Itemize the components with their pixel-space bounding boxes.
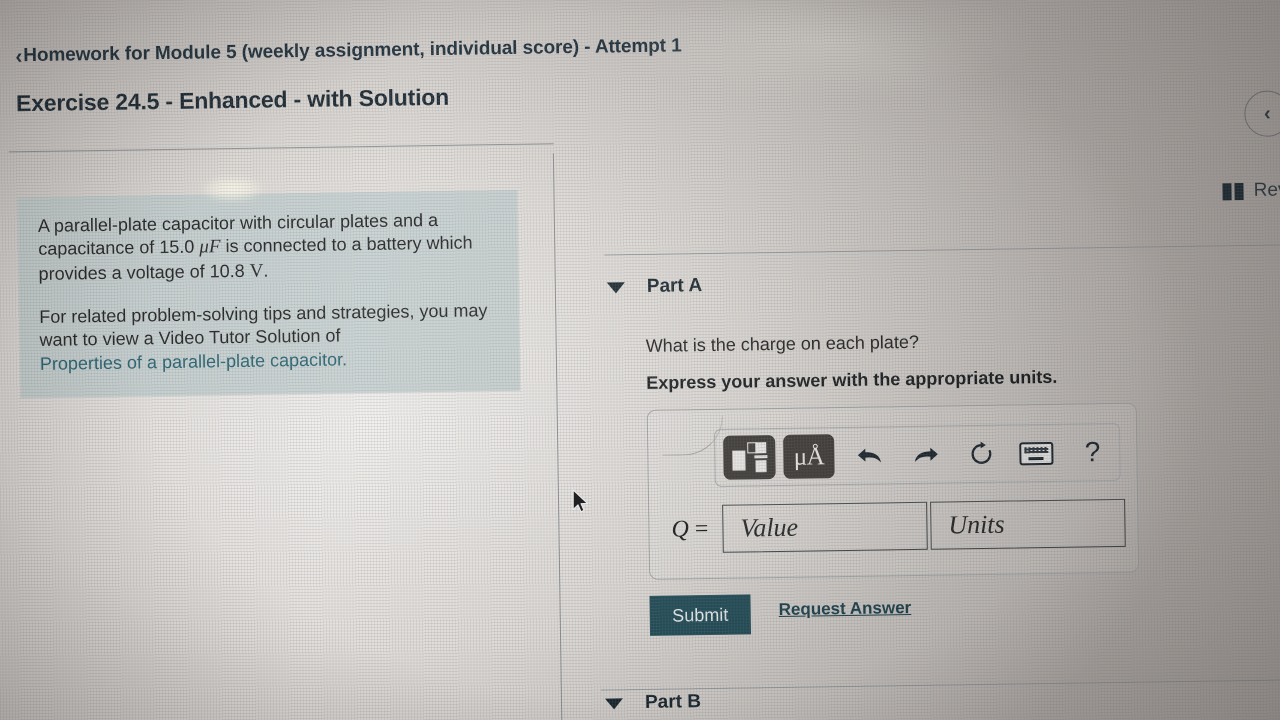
answer-variable-label: Q = bbox=[671, 516, 708, 544]
part-a-header[interactable]: Part A bbox=[606, 275, 703, 298]
header-divider bbox=[8, 143, 554, 153]
math-toolbar: μÅ ? bbox=[713, 422, 1121, 487]
keyboard-icon bbox=[1019, 441, 1054, 465]
video-tutor-link[interactable]: Properties of a parallel-plate capacitor… bbox=[40, 349, 347, 374]
help-button[interactable]: ? bbox=[1065, 430, 1119, 475]
part-a-question: What is the charge on each plate? bbox=[645, 331, 920, 356]
collapse-panel-button[interactable]: ‹ bbox=[1244, 90, 1280, 138]
part-a-instruction: Express your answer with the appropriate… bbox=[646, 366, 1058, 393]
redo-button[interactable] bbox=[898, 432, 952, 477]
collapse-triangle-icon-b[interactable] bbox=[604, 697, 624, 710]
units-symbol-button[interactable]: μÅ bbox=[782, 434, 836, 479]
keyboard-button[interactable] bbox=[1010, 431, 1064, 476]
reset-button[interactable] bbox=[954, 432, 1008, 477]
equals-sign: = bbox=[694, 515, 709, 542]
problem-paragraph-2: For related problem-solving tips and str… bbox=[39, 299, 500, 376]
capacitance-unit: μF bbox=[199, 236, 221, 258]
problem-statement-panel: A parallel-plate capacitor with circular… bbox=[17, 189, 521, 399]
mouse-cursor bbox=[572, 489, 590, 520]
mastering-physics-page: ‹ Homework for Module 5 (weekly assignme… bbox=[0, 0, 1280, 720]
problem-text-3: . bbox=[263, 260, 269, 281]
undo-icon bbox=[857, 448, 881, 462]
page-title: Exercise 24.5 - Enhanced - with Solution bbox=[15, 83, 450, 117]
part-b-header[interactable]: Part B bbox=[604, 691, 702, 714]
collapse-triangle-icon[interactable] bbox=[606, 281, 625, 293]
undo-button[interactable] bbox=[842, 433, 896, 478]
voltage-unit: V bbox=[249, 260, 264, 282]
help-icon: ? bbox=[1084, 436, 1101, 468]
value-input[interactable]: Value bbox=[721, 501, 928, 553]
tutor-intro-text: For related problem-solving tips and str… bbox=[39, 300, 488, 351]
request-answer-link[interactable]: Request Answer bbox=[779, 598, 912, 620]
units-input[interactable]: Units bbox=[929, 498, 1126, 550]
answer-input-row: Q = Value Units bbox=[671, 498, 1126, 554]
part-a-label: Part A bbox=[646, 275, 703, 297]
back-chevron-icon[interactable]: ‹ bbox=[15, 45, 22, 68]
review-label: Rev bbox=[1253, 179, 1280, 201]
math-template-button[interactable] bbox=[723, 435, 776, 480]
refresh-icon bbox=[971, 441, 992, 464]
redo-icon bbox=[914, 447, 938, 462]
breadcrumb-label[interactable]: Homework for Module 5 (weekly assignment… bbox=[23, 35, 682, 67]
submit-button[interactable]: Submit bbox=[649, 594, 752, 636]
part-a-divider bbox=[604, 244, 1280, 256]
book-icon bbox=[1222, 182, 1245, 200]
breadcrumb[interactable]: ‹ Homework for Module 5 (weekly assignme… bbox=[15, 35, 682, 67]
panel-divider bbox=[552, 153, 563, 720]
math-template-icon bbox=[732, 442, 768, 473]
micro-angstrom-icon: μÅ bbox=[793, 442, 825, 471]
part-b-divider bbox=[600, 679, 1280, 691]
part-b-label: Part B bbox=[644, 691, 702, 713]
review-item[interactable]: Rev bbox=[1222, 179, 1280, 202]
problem-paragraph-1: A parallel-plate capacitor with circular… bbox=[38, 208, 499, 288]
answer-entry-card: μÅ ? Q = Value Units bbox=[646, 402, 1140, 580]
variable-q: Q bbox=[671, 515, 689, 543]
photo-of-screen: ‹ Homework for Module 5 (weekly assignme… bbox=[0, 0, 1280, 720]
chevron-left-icon: ‹ bbox=[1263, 102, 1271, 125]
screen-surface: ‹ Homework for Module 5 (weekly assignme… bbox=[0, 0, 1280, 720]
